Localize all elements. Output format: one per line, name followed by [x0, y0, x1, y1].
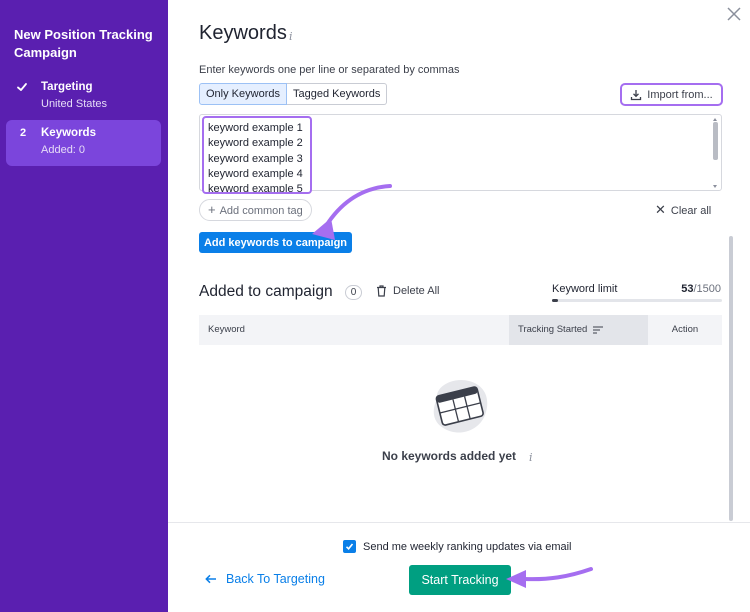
- keyword-line: keyword example 2: [208, 137, 303, 150]
- page-title: Keywords: [199, 22, 287, 44]
- step-name: Keywords: [41, 127, 96, 139]
- column-keyword[interactable]: Keyword: [208, 315, 245, 345]
- trash-icon: [377, 285, 386, 297]
- toggle-tagged-keywords[interactable]: Tagged Keywords: [286, 83, 388, 105]
- clear-all-label: Clear all: [670, 205, 712, 217]
- keyword-count-badge: 0: [345, 285, 362, 300]
- keyword-mode-toggle: Only Keywords Tagged Keywords: [199, 83, 388, 105]
- import-button[interactable]: Import from...: [620, 83, 723, 106]
- clear-all-button[interactable]: ✕ Clear all: [655, 202, 711, 218]
- column-tracking-started-label: Tracking Started: [518, 324, 588, 335]
- empty-table-illustration: [429, 377, 491, 437]
- keyword-line: keyword example 1: [208, 122, 303, 134]
- keyword-line: keyword example 4: [208, 167, 303, 180]
- textarea-scrollbar[interactable]: [712, 118, 719, 188]
- keyword-line: keyword example 3: [208, 152, 303, 165]
- add-common-tag-button[interactable]: + Add common tag: [199, 199, 312, 221]
- step-keywords[interactable]: 2 Keywords Added: 0: [6, 120, 161, 166]
- limit-used: 53: [681, 283, 694, 295]
- keywords-hint: Enter keywords one per line or separated…: [199, 64, 460, 76]
- step-subtitle: Added: 0: [41, 144, 86, 156]
- email-updates-label: Send me weekly ranking updates via email: [363, 540, 572, 553]
- keyword-limit-value: 53/1500: [676, 283, 721, 295]
- sidebar: New Position Tracking Campaign Targeting…: [0, 0, 168, 612]
- start-tracking-button[interactable]: Start Tracking: [409, 565, 511, 595]
- keyword-limit-bar: [552, 299, 722, 302]
- email-updates-checkbox[interactable]: [343, 540, 356, 553]
- scroll-down-arrow[interactable]: [713, 185, 717, 188]
- column-action: Action: [671, 324, 699, 335]
- checkmark-icon: [345, 543, 354, 550]
- main-panel: Keywords i Enter keywords one per line o…: [168, 0, 750, 612]
- keyword-limit-fill: [552, 299, 558, 302]
- info-icon[interactable]: i: [289, 30, 293, 43]
- close-icon[interactable]: [726, 6, 742, 22]
- delete-all-button[interactable]: Delete All: [376, 285, 439, 297]
- keywords-textarea[interactable]: keyword example 1 keyword example 2 keyw…: [199, 114, 722, 194]
- scroll-up-arrow[interactable]: [713, 118, 717, 121]
- sort-icon: [593, 326, 604, 334]
- checkmark-icon: [16, 81, 30, 93]
- import-label: Import from...: [647, 88, 713, 101]
- added-to-campaign-title: Added to campaign: [199, 283, 333, 300]
- limit-total: /1500: [693, 283, 721, 295]
- step-number: 2: [19, 127, 27, 139]
- keywords-list: keyword example 1 keyword example 2 keyw…: [202, 116, 312, 194]
- toggle-only-keywords[interactable]: Only Keywords: [199, 83, 287, 105]
- footer-divider: [168, 522, 750, 523]
- common-tag-label: Add common tag: [219, 205, 303, 217]
- info-icon[interactable]: i: [529, 451, 533, 464]
- empty-state-text: No keywords added yet: [382, 449, 517, 463]
- step-targeting[interactable]: Targeting United States: [6, 74, 161, 120]
- plus-icon: +: [208, 202, 216, 217]
- step-name: Targeting: [41, 81, 93, 93]
- column-tracking-started[interactable]: Tracking Started: [509, 315, 648, 345]
- campaign-table-header: Keyword Tracking Started Action: [199, 315, 722, 345]
- download-icon: [631, 89, 642, 100]
- arrow-left-icon: [205, 574, 216, 584]
- back-label: Back To Targeting: [226, 572, 325, 586]
- close-icon: ✕: [655, 202, 666, 217]
- add-keywords-button[interactable]: Add keywords to campaign: [199, 232, 352, 253]
- campaign-title: New Position Tracking Campaign: [14, 27, 153, 60]
- back-to-targeting-link[interactable]: Back To Targeting: [205, 572, 325, 586]
- keyword-limit-label: Keyword limit: [552, 283, 618, 295]
- keyword-line: keyword example 5: [208, 183, 303, 194]
- delete-all-label: Delete All: [393, 285, 440, 297]
- email-updates-option: Send me weekly ranking updates via email: [343, 540, 572, 553]
- scroll-thumb[interactable]: [713, 122, 718, 160]
- panel-scrollbar[interactable]: [729, 236, 733, 521]
- step-subtitle: United States: [41, 98, 108, 110]
